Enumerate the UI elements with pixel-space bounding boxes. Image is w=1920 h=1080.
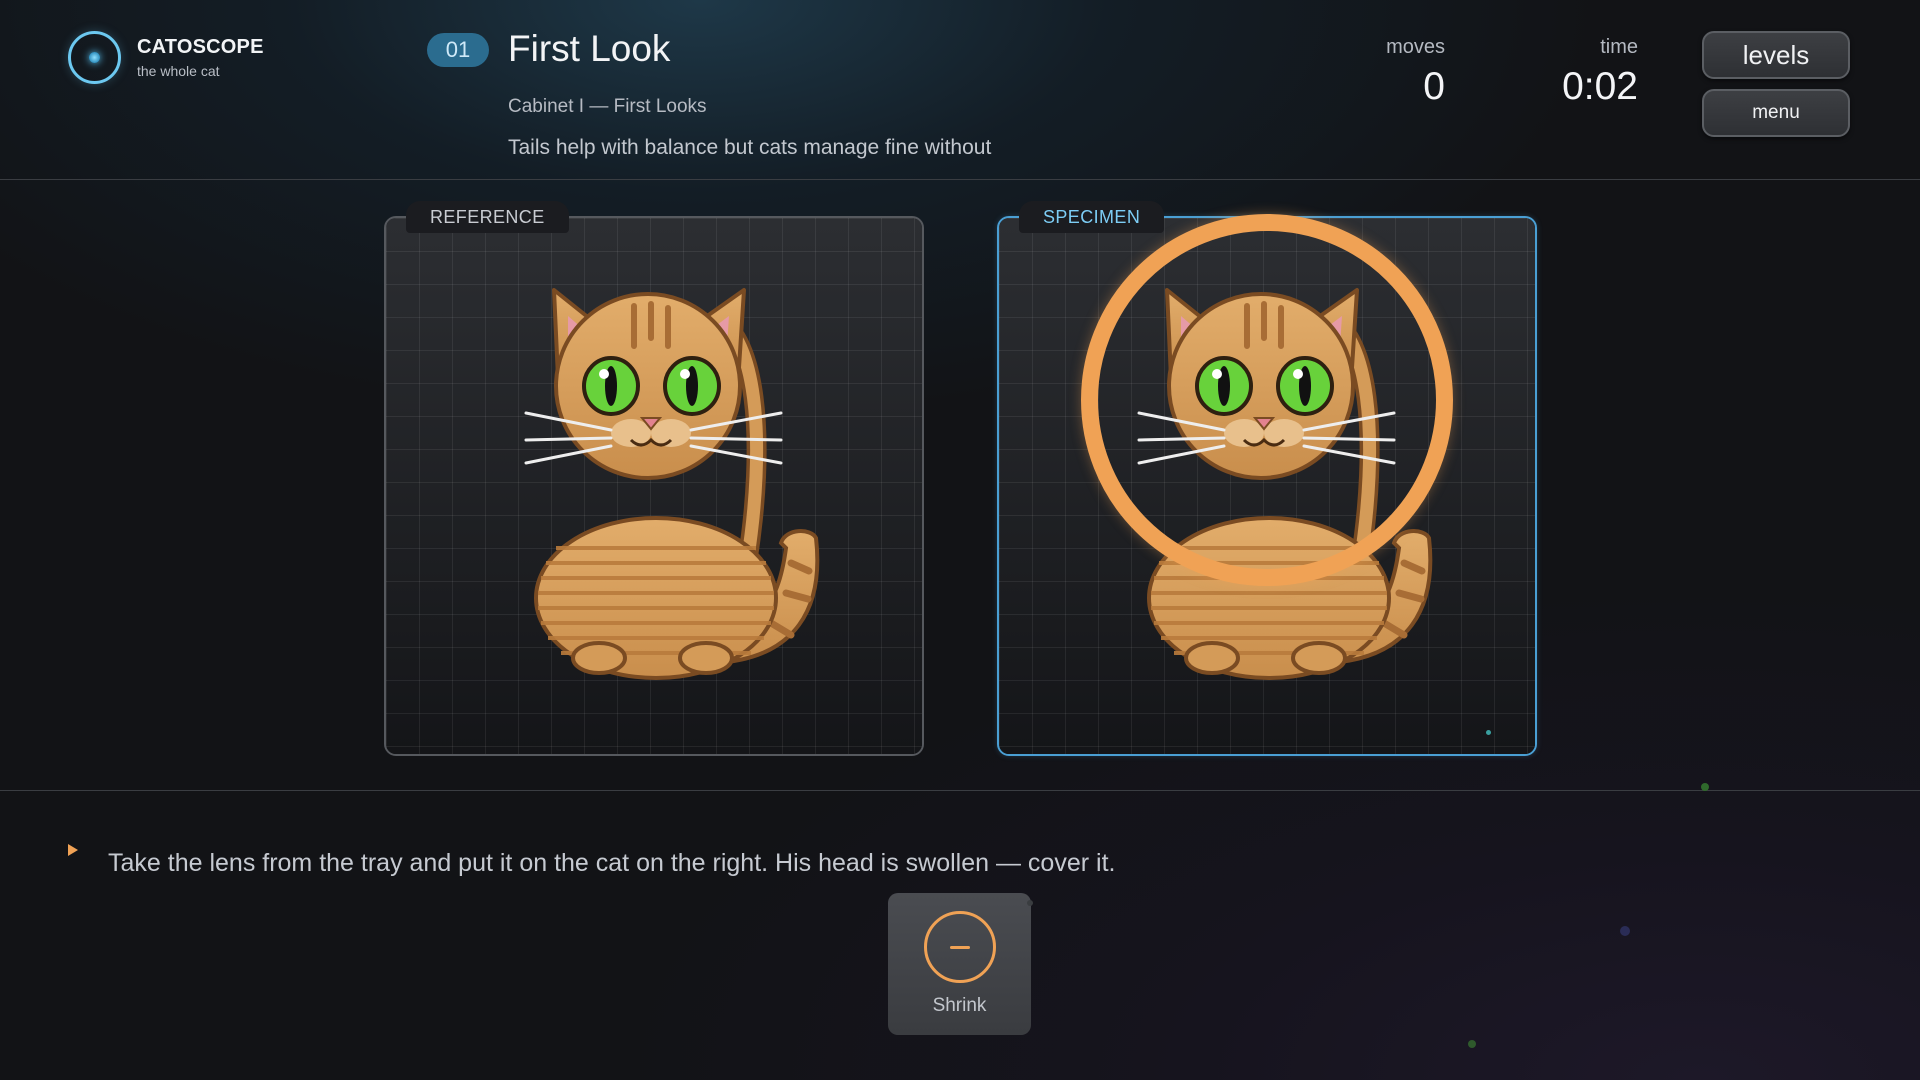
brand-text: CATOSCOPE the whole cat <box>137 36 264 79</box>
levels-button[interactable]: levels <box>1702 31 1850 79</box>
level-number-badge: 01 <box>427 33 489 67</box>
time-counter: time 0:02 <box>1562 36 1638 109</box>
marker-dot <box>1486 730 1491 735</box>
reference-board <box>386 218 922 754</box>
minus-lens-icon <box>923 911 996 983</box>
time-label: time <box>1600 36 1638 58</box>
reference-label: REFERENCE <box>406 201 569 233</box>
level-hint: Tails help with balance but cats manage … <box>508 136 992 159</box>
sparkle <box>1468 1040 1476 1048</box>
tool-label: Shrink <box>932 995 987 1016</box>
play-arrow-icon <box>68 844 78 856</box>
shrink-lens-tool[interactable]: Shrink <box>888 893 1031 1035</box>
level-title: First Look <box>508 28 671 69</box>
lens-dot <box>89 52 100 63</box>
minus-glyph <box>949 945 970 949</box>
sparkle <box>1701 783 1709 791</box>
brand-logo: CATOSCOPE the whole cat <box>68 31 264 84</box>
moves-value: 0 <box>1423 65 1445 108</box>
reference-panel: REFERENCE <box>384 201 924 756</box>
moves-counter: moves 0 <box>1386 36 1445 109</box>
placed-lens-ring[interactable] <box>1081 214 1453 586</box>
reference-cat <box>524 288 820 680</box>
top-bar: CATOSCOPE the whole cat 01 First Look Ca… <box>0 0 1920 180</box>
section-divider <box>0 790 1920 791</box>
moves-label: moves <box>1386 36 1445 58</box>
brand-title: CATOSCOPE <box>137 36 264 58</box>
brand-subtitle: the whole cat <box>137 63 220 79</box>
level-cabinet: Cabinet I — First Looks <box>508 96 707 117</box>
sparkle <box>1027 900 1033 906</box>
lens-logo-icon <box>68 31 121 84</box>
menu-button[interactable]: menu <box>1702 89 1850 137</box>
instruction-text: Take the lens from the tray and put it o… <box>108 849 1116 877</box>
time-value: 0:02 <box>1562 65 1638 108</box>
specimen-label: SPECIMEN <box>1019 201 1165 233</box>
specimen-panel[interactable]: SPECIMEN <box>997 201 1537 756</box>
sparkle <box>1620 926 1630 936</box>
